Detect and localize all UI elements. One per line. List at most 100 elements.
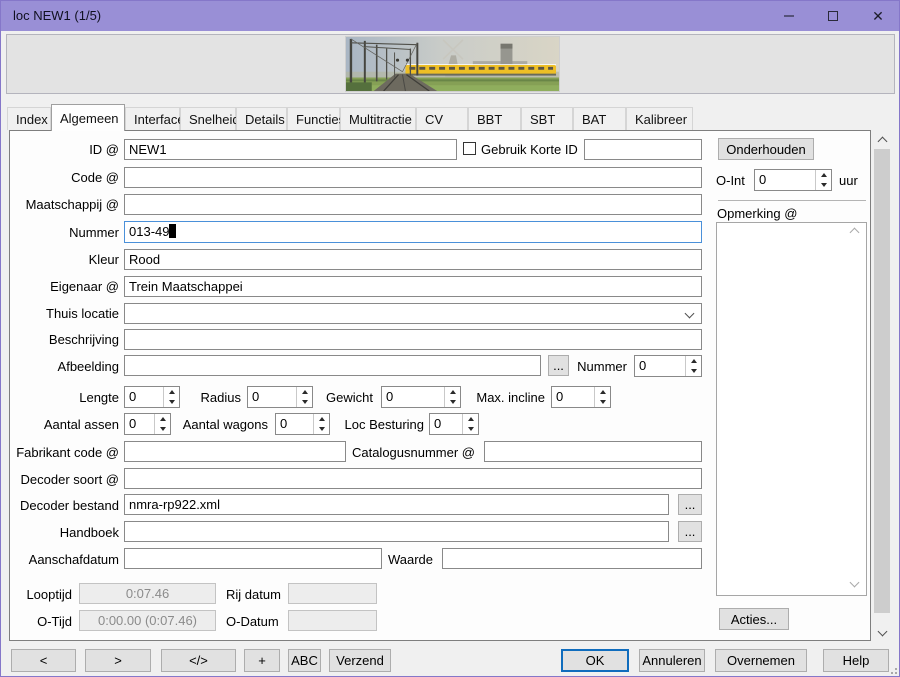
runtime-value: 0:07.46: [79, 583, 216, 604]
manufacturer-input[interactable]: [124, 441, 346, 462]
owner-label: Eigenaar @: [1, 279, 119, 296]
axles-stepper[interactable]: 0: [124, 413, 171, 435]
id-input[interactable]: NEW1: [124, 139, 457, 160]
abc-button[interactable]: ABC: [288, 649, 321, 672]
actions-button[interactable]: Acties...: [719, 608, 789, 630]
tab-bat[interactable]: BAT: [573, 107, 626, 130]
radius-label: Radius: [183, 390, 241, 407]
tab-cv[interactable]: CV: [416, 107, 468, 130]
close-button[interactable]: ✕: [856, 1, 900, 31]
weight-stepper[interactable]: 0: [381, 386, 461, 408]
apply-button[interactable]: Overnemen: [715, 649, 807, 672]
tab-multitractie[interactable]: Multitractie: [340, 107, 416, 130]
spin-up-icon[interactable]: [297, 387, 312, 397]
tab-index[interactable]: Index: [7, 107, 51, 130]
decoder-type-label: Decoder soort @: [1, 472, 119, 489]
code-input[interactable]: [124, 167, 702, 188]
tab-interface[interactable]: Interface: [125, 107, 180, 130]
spin-up-icon[interactable]: [463, 414, 478, 424]
manual-browse-button[interactable]: ...: [678, 521, 702, 542]
cancel-button[interactable]: Annuleren: [639, 649, 705, 672]
help-button[interactable]: Help: [823, 649, 889, 672]
number-label: Nummer: [1, 225, 119, 242]
image-number-stepper[interactable]: 0: [634, 355, 702, 377]
tab-functies[interactable]: Functies: [287, 107, 340, 130]
radius-stepper[interactable]: 0: [247, 386, 313, 408]
purchase-date-label: Aanschafdatum: [1, 552, 119, 569]
short-id-input[interactable]: [584, 139, 702, 160]
tab-algemeen[interactable]: Algemeen: [51, 104, 125, 131]
title-bar[interactable]: loc NEW1 (1/5) ✕: [1, 1, 899, 31]
spin-down-icon[interactable]: [155, 424, 170, 434]
max-incline-stepper[interactable]: 0: [551, 386, 611, 408]
spin-up-icon[interactable]: [686, 356, 701, 366]
short-id-checkbox[interactable]: [463, 142, 476, 155]
tab-details[interactable]: Details: [236, 107, 287, 130]
window-title: loc NEW1 (1/5): [13, 8, 101, 23]
code-label: Code @: [1, 170, 119, 187]
spin-down-icon[interactable]: [686, 366, 701, 376]
home-location-label: Thuis locatie: [1, 306, 119, 323]
manual-label: Handboek: [1, 525, 119, 542]
spin-down-icon[interactable]: [445, 397, 460, 407]
o-int-stepper[interactable]: 0: [754, 169, 832, 191]
remark-textarea[interactable]: [716, 222, 867, 596]
spin-down-icon[interactable]: [463, 424, 478, 434]
home-location-select[interactable]: [124, 303, 702, 324]
scrollbar-thumb[interactable]: [874, 149, 890, 613]
o-time-value: 0:00.00 (0:07.46): [79, 610, 216, 631]
spin-down-icon[interactable]: [297, 397, 312, 407]
tab-bbt[interactable]: BBT: [468, 107, 521, 130]
image-label: Afbeelding: [1, 359, 119, 376]
spin-down-icon[interactable]: [595, 397, 610, 407]
xml-view-button[interactable]: </>: [161, 649, 236, 672]
wagons-stepper[interactable]: 0: [275, 413, 330, 435]
maximize-button[interactable]: [811, 1, 855, 31]
resize-grip[interactable]: [889, 666, 897, 674]
purchase-date-input[interactable]: [124, 548, 382, 569]
tab-kalibreer[interactable]: Kalibreer: [626, 107, 693, 130]
spin-up-icon[interactable]: [155, 414, 170, 424]
image-input[interactable]: [124, 355, 541, 376]
decoder-file-browse-button[interactable]: ...: [678, 494, 702, 515]
length-stepper[interactable]: 0: [124, 386, 180, 408]
o-date-value: [288, 610, 377, 631]
description-input[interactable]: [124, 329, 702, 350]
manual-input[interactable]: [124, 521, 669, 542]
spin-down-icon[interactable]: [816, 180, 831, 190]
spin-down-icon[interactable]: [164, 397, 179, 407]
spin-down-icon[interactable]: [314, 424, 329, 434]
owner-input[interactable]: Trein Maatschappei: [124, 276, 702, 297]
minimize-button[interactable]: [767, 1, 811, 31]
spin-up-icon[interactable]: [595, 387, 610, 397]
scrollbar-up-button[interactable]: [873, 131, 891, 148]
spin-up-icon[interactable]: [164, 387, 179, 397]
company-input[interactable]: [124, 194, 702, 215]
spin-up-icon[interactable]: [445, 387, 460, 397]
worth-input[interactable]: [442, 548, 702, 569]
tab-sbt[interactable]: SBT: [521, 107, 573, 130]
number-input[interactable]: 013-49: [124, 221, 702, 243]
spin-up-icon[interactable]: [816, 170, 831, 180]
scrollbar-down-button[interactable]: [873, 624, 891, 641]
minimize-icon: [784, 15, 794, 17]
catalog-input[interactable]: [484, 441, 702, 462]
next-loco-button[interactable]: >: [85, 649, 151, 672]
color-input[interactable]: Rood: [124, 249, 702, 270]
add-button[interactable]: +: [244, 649, 280, 672]
prev-loco-button[interactable]: <: [11, 649, 76, 672]
weight-label: Gewicht: [317, 390, 373, 407]
decoder-type-input[interactable]: [124, 468, 702, 489]
tab-snelheid[interactable]: Snelheid: [180, 107, 236, 130]
maintain-button[interactable]: Onderhouden: [718, 138, 814, 160]
loc-control-stepper[interactable]: 0: [429, 413, 479, 435]
image-number-label: Nummer: [567, 359, 627, 376]
text-cursor: [169, 224, 176, 238]
image-browse-button[interactable]: ...: [548, 355, 569, 376]
decoder-file-input[interactable]: nmra-rp922.xml: [124, 494, 669, 515]
send-button[interactable]: Verzend: [329, 649, 391, 672]
short-id-checkbox-label: Gebruik Korte ID: [481, 142, 578, 159]
ok-button[interactable]: OK: [561, 649, 629, 672]
spin-up-icon[interactable]: [314, 414, 329, 424]
vertical-scrollbar[interactable]: [873, 131, 891, 641]
